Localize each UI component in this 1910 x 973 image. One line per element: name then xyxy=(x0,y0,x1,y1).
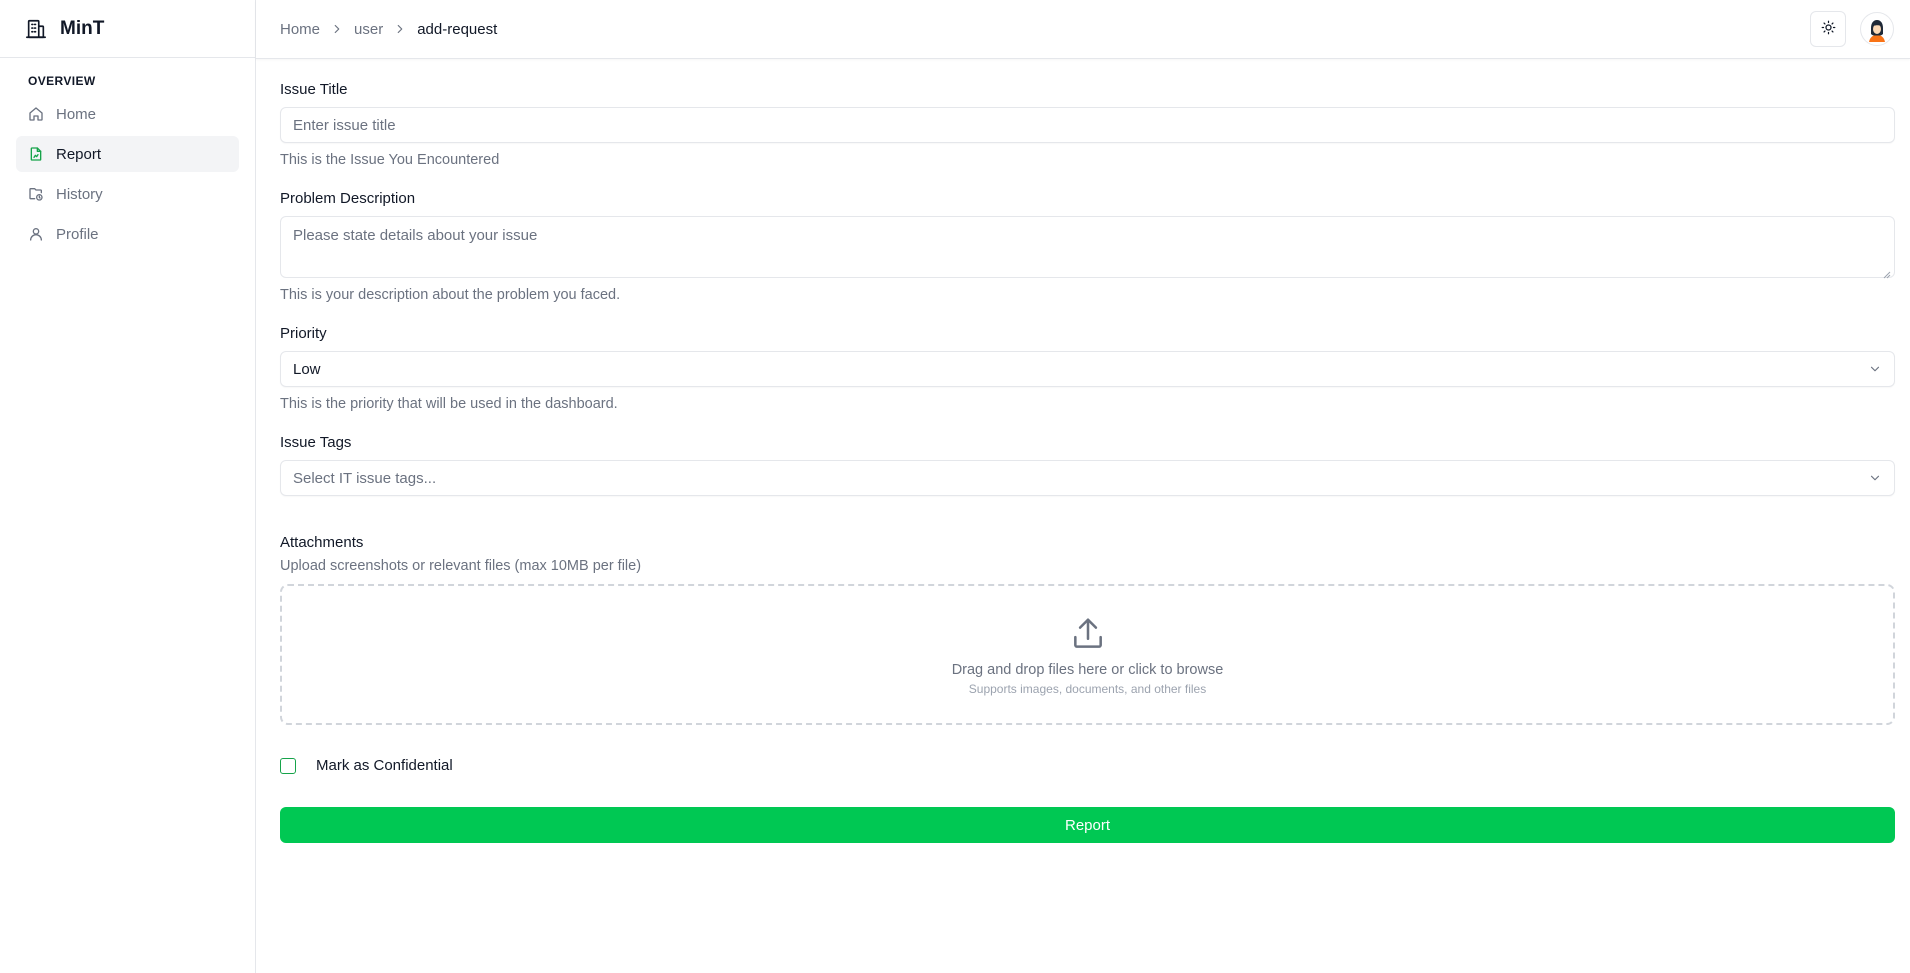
tags-label: Issue Tags xyxy=(280,434,352,451)
priority-select[interactable]: Low xyxy=(280,351,1895,387)
topbar: Home user add-request xyxy=(256,0,1910,59)
file-report-icon xyxy=(28,146,44,162)
dropzone-text: Drag and drop files here or click to bro… xyxy=(951,661,1224,678)
sidebar-item-label: Home xyxy=(56,105,97,123)
file-dropzone[interactable]: Drag and drop files here or click to bro… xyxy=(280,584,1895,725)
tags-field: Issue Tags Select IT issue tags... xyxy=(280,434,1895,496)
chevron-right-icon xyxy=(393,22,407,36)
sidebar-item-report[interactable]: Report xyxy=(16,136,239,172)
resize-handle-icon[interactable] xyxy=(1883,266,1891,279)
issue-title-input[interactable]: Enter issue title xyxy=(280,107,1895,143)
nav-group-overview: OVERVIEW Home Report History Profile xyxy=(0,58,255,252)
breadcrumb-current: add-request xyxy=(417,20,498,38)
priority-value: Low xyxy=(293,360,321,378)
sidebar-item-profile[interactable]: Profile xyxy=(16,216,239,252)
sun-icon xyxy=(1821,20,1836,39)
building-icon xyxy=(24,17,48,41)
top-actions xyxy=(1810,11,1894,47)
upload-icon xyxy=(1068,614,1108,654)
folder-clock-icon xyxy=(28,186,44,202)
chevron-right-icon xyxy=(330,22,344,36)
priority-label: Priority xyxy=(280,325,327,342)
app-root: MinT OVERVIEW Home Report History Profil… xyxy=(0,0,1910,973)
tags-select[interactable]: Select IT issue tags... xyxy=(280,460,1895,496)
dropzone-subtext: Supports images, documents, and other fi… xyxy=(968,681,1207,696)
description-label: Problem Description xyxy=(280,190,416,207)
chevron-down-icon xyxy=(1868,362,1882,376)
confidential-checkbox[interactable] xyxy=(280,757,296,774)
confidential-label[interactable]: Mark as Confidential xyxy=(316,757,453,774)
sidebar: MinT OVERVIEW Home Report History Profil… xyxy=(0,0,256,973)
main-area: Home user add-request Issue Title Enter … xyxy=(256,0,1910,973)
nav-group-label: OVERVIEW xyxy=(28,74,96,88)
attachments-help: Upload screenshots or relevant files (ma… xyxy=(280,558,642,574)
sidebar-item-label: History xyxy=(56,185,103,203)
submit-label: Report xyxy=(1064,816,1111,834)
description-field: Problem Description Please state details… xyxy=(280,190,1895,303)
report-form: Issue Title Enter issue title This is th… xyxy=(256,59,1910,843)
attachments-field: Attachments Upload screenshots or releva… xyxy=(280,534,1895,725)
attachments-label: Attachments xyxy=(280,534,364,551)
issue-title-label: Issue Title xyxy=(280,81,348,98)
priority-field: Priority Low This is the priority that w… xyxy=(280,325,1895,412)
sidebar-item-label: Profile xyxy=(56,225,99,243)
breadcrumb-user[interactable]: user xyxy=(354,21,383,38)
theme-toggle-button[interactable] xyxy=(1810,11,1846,47)
description-help: This is your description about the probl… xyxy=(280,287,621,303)
brand[interactable]: MinT xyxy=(0,0,255,58)
breadcrumb-home[interactable]: Home xyxy=(280,21,320,38)
priority-help: This is the priority that will be used i… xyxy=(280,396,618,412)
confidential-row: Mark as Confidential xyxy=(280,757,1895,774)
tags-placeholder: Select IT issue tags... xyxy=(293,469,437,487)
breadcrumb: Home user add-request xyxy=(280,21,497,38)
description-placeholder: Please state details about your issue xyxy=(293,227,538,244)
chevron-down-icon xyxy=(1868,471,1882,485)
issue-title-help: This is the Issue You Encountered xyxy=(280,152,500,168)
description-textarea[interactable]: Please state details about your issue xyxy=(280,216,1895,279)
issue-title-field: Issue Title Enter issue title This is th… xyxy=(280,81,1895,168)
issue-title-placeholder: Enter issue title xyxy=(293,116,396,134)
report-submit-button[interactable]: Report xyxy=(280,807,1895,843)
user-icon xyxy=(28,226,44,242)
app-name: MinT xyxy=(60,17,105,39)
avatar[interactable] xyxy=(1860,12,1894,46)
home-icon xyxy=(28,106,44,122)
sidebar-item-home[interactable]: Home xyxy=(16,96,239,132)
sidebar-item-history[interactable]: History xyxy=(16,176,239,212)
sidebar-item-label: Report xyxy=(56,145,102,163)
